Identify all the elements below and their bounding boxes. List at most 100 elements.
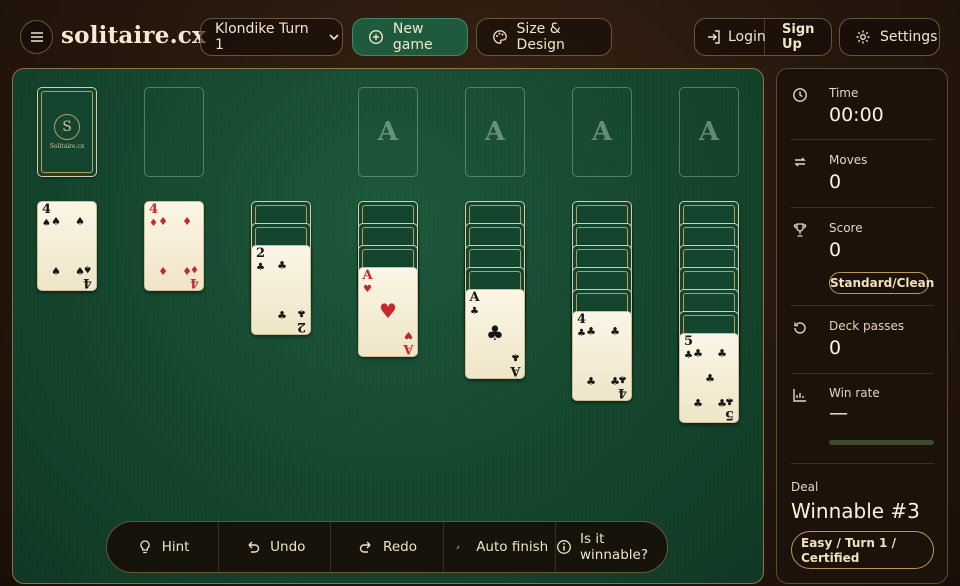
card-pip: ♣ — [693, 346, 703, 360]
card-center-pip: ♣ — [486, 321, 504, 345]
game-type-select[interactable]: Klondike Turn 1 — [200, 18, 343, 56]
score-mode-badge[interactable]: Standard/Clean — [829, 272, 934, 294]
tableau-card-1[interactable]: 4 ♠ 4 ♠ ♠ ♠ ♠ ♠ — [37, 201, 97, 291]
auto-finish-label: Auto finish — [476, 539, 549, 555]
tableau-card-6[interactable]: 4 ♣ 4 ♣ ♣ ♣ ♣ ♣ — [572, 311, 632, 401]
redo-button[interactable]: Redo — [330, 522, 442, 572]
hint-label: Hint — [161, 539, 190, 555]
undo-button[interactable]: Undo — [218, 522, 330, 572]
score-stat: Score 0 — [791, 221, 934, 265]
tableau-card-2[interactable]: 4 ♦ 4 ♦ ♦ ♦ ♦ ♦ — [144, 201, 204, 291]
new-game-button[interactable]: New game — [352, 18, 468, 56]
card-pip: ♦ — [158, 265, 168, 279]
redo-icon — [357, 538, 375, 556]
card-suit: ♥ — [363, 284, 372, 295]
deal-difficulty-badge[interactable]: Easy / Turn 1 / Certified — [791, 531, 934, 569]
stock-logo-text: Solitaire.cx — [49, 143, 85, 150]
tableau-card-5[interactable]: A ♣ A ♣ ♣ — [465, 289, 525, 379]
card-rank-corner: 2 ♣ — [255, 247, 266, 275]
card-rank-corner: A ♥ — [403, 327, 414, 356]
chevron-down-icon — [326, 28, 342, 46]
tableau-card-4[interactable]: A ♥ A ♥ ♥ — [358, 267, 418, 357]
rotate-icon — [791, 319, 809, 337]
settings-button[interactable]: Settings — [839, 18, 940, 56]
score-value: 0 — [829, 239, 842, 261]
deal-value: Winnable #3 — [791, 499, 920, 523]
foundation-2[interactable]: A — [465, 87, 525, 177]
card-suit: ♣ — [511, 351, 520, 362]
card-pip: ♠ — [51, 265, 61, 279]
time-label: Time — [829, 86, 859, 100]
size-design-button[interactable]: Size & Design — [476, 18, 612, 56]
foundation-4[interactable]: A — [679, 87, 739, 177]
card-pip: ♠ — [75, 214, 85, 228]
divider — [791, 373, 934, 374]
deck-passes-label: Deck passes — [829, 319, 905, 333]
foundation-1[interactable]: A — [358, 87, 418, 177]
time-value: 00:00 — [829, 104, 884, 126]
card-pip: ♣ — [586, 324, 596, 338]
tableau-card-7[interactable]: 5 ♣ 5 ♣ ♣ ♣ ♣ ♣ ♣ — [679, 333, 739, 423]
lightbulb-icon — [136, 538, 154, 556]
card-rank-corner: A ♥ — [362, 269, 373, 297]
trophy-icon — [791, 221, 809, 239]
win-rate-stat: Win rate — — [791, 386, 934, 430]
card-suit: ♣ — [297, 307, 306, 318]
signup-button[interactable]: Sign Up — [773, 19, 831, 55]
gear-icon — [854, 28, 872, 46]
deal-label: Deal — [791, 480, 819, 494]
time-stat: Time 00:00 — [791, 86, 934, 130]
moves-value: 0 — [829, 171, 842, 193]
settings-label: Settings — [880, 29, 938, 45]
auth-group: Login Sign Up — [694, 18, 832, 56]
login-icon — [706, 28, 722, 46]
foundation-3[interactable]: A — [572, 87, 632, 177]
card-pip: ♦ — [158, 214, 168, 228]
stock-logo: S — [54, 114, 80, 140]
redo-label: Redo — [383, 539, 417, 555]
auto-finish-button[interactable]: Auto finish — [442, 522, 555, 572]
waste-pile[interactable] — [144, 87, 204, 177]
deck-passes-value: 0 — [829, 337, 842, 359]
card-pip: ♣ — [277, 258, 287, 272]
size-design-label: Size & Design — [516, 21, 565, 53]
login-button[interactable]: Login — [695, 19, 766, 55]
card-rank: 2 — [296, 319, 307, 334]
deck-passes-stat: Deck passes 0 — [791, 319, 934, 363]
winnable-label: Is it winnable? — [580, 531, 648, 563]
login-label: Login — [728, 29, 766, 45]
stock-pile[interactable]: S Solitaire.cx — [37, 87, 97, 177]
clock-icon — [791, 86, 809, 104]
card-rank: 2 — [255, 246, 266, 261]
win-rate-value: — — [829, 402, 848, 424]
card-rank: A — [510, 363, 521, 378]
menu-button[interactable] — [20, 20, 53, 54]
card-pip: ♣ — [277, 309, 287, 323]
hint-button[interactable]: Hint — [107, 522, 218, 572]
new-game-label: New game — [392, 21, 433, 53]
card-pip: ♦ — [182, 265, 192, 279]
tableau-card-3[interactable]: 2 ♣ 2 ♣ ♣ ♣ — [251, 245, 311, 335]
card-pip: ♣ — [610, 375, 620, 389]
undo-label: Undo — [270, 539, 306, 555]
score-label: Score — [829, 221, 863, 235]
repeat-icon — [791, 153, 809, 171]
card-pip: ♣ — [705, 372, 715, 385]
game-board: S Solitaire.cx A A A A 4 ♠ 4 ♠ ♠ ♠ ♠ ♠ 4 ♦ 4 ♦ ♦ ♦ ♦ ♦ 2… — [12, 68, 764, 584]
divider — [791, 463, 934, 464]
card-pip: ♣ — [717, 346, 727, 360]
palette-icon — [491, 28, 509, 46]
card-center-pip: ♥ — [379, 299, 397, 323]
divider — [791, 139, 934, 140]
moves-stat: Moves 0 — [791, 153, 934, 197]
card-pip: ♣ — [693, 397, 703, 411]
site-logo[interactable]: solitaire.cx — [61, 22, 206, 49]
winnable-button[interactable]: Is it winnable? — [554, 522, 667, 572]
card-rank-corner: 2 ♣ — [296, 305, 307, 334]
plus-circle-icon — [367, 28, 385, 46]
game-type-value: Klondike Turn 1 — [215, 21, 309, 53]
signup-label: Sign Up — [782, 22, 815, 52]
info-icon — [556, 538, 572, 556]
stats-sidebar: Time 00:00 Moves 0 Score 0 Standard/Clea… — [776, 68, 948, 584]
wand-icon — [450, 538, 468, 556]
